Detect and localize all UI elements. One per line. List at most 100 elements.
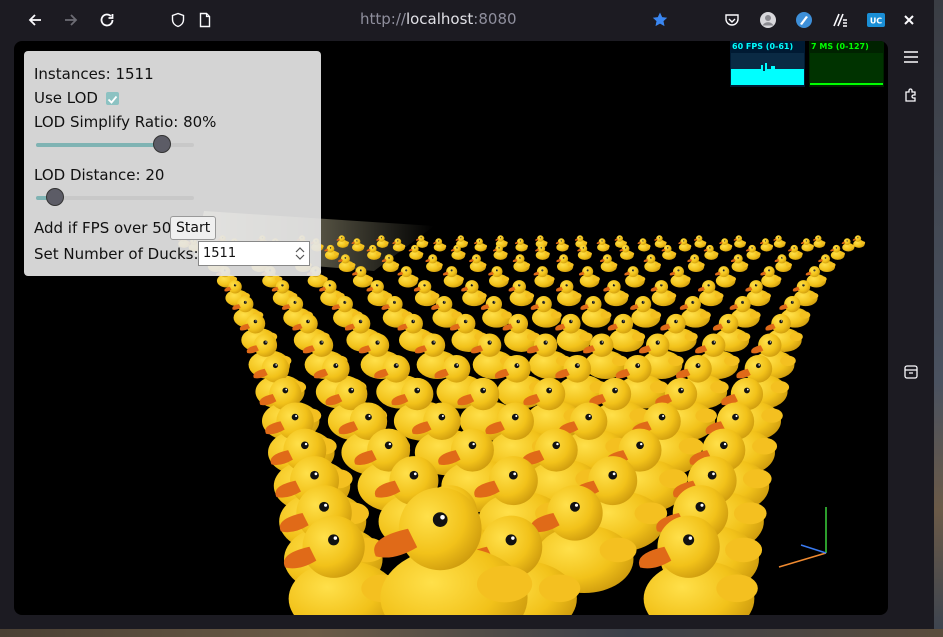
lod-distance-slider[interactable] — [36, 188, 194, 206]
back-button[interactable] — [23, 8, 47, 32]
duck-instance — [413, 280, 440, 307]
ms-graph — [810, 53, 883, 85]
fps-stats-panel[interactable]: 60 FPS (0-61) — [730, 41, 805, 87]
duck-instance — [703, 244, 719, 260]
duck-instance — [678, 238, 692, 252]
archive-icon — [904, 365, 918, 379]
tracking-protection-button[interactable] — [166, 8, 190, 32]
extension-icon — [796, 12, 812, 28]
bookmark-star-icon — [652, 12, 668, 27]
pocket-icon — [725, 14, 739, 26]
duck-instance — [800, 238, 814, 252]
url-port: :8080 — [473, 10, 517, 28]
back-arrow-icon — [28, 14, 41, 26]
duck-instance — [603, 280, 629, 307]
duck-instance — [514, 238, 528, 252]
duck-instance — [488, 266, 510, 288]
add-fps-label: Add if FPS over 50 — [34, 219, 172, 237]
duck-instance — [624, 266, 646, 288]
reader-icon — [833, 13, 847, 27]
duck-instance — [669, 266, 691, 288]
duck-instance — [556, 254, 574, 273]
duck-instance — [637, 238, 651, 252]
extension-button[interactable] — [792, 8, 816, 32]
start-button[interactable]: Start — [170, 216, 217, 240]
extensions-panel-button[interactable] — [899, 83, 923, 107]
duck-instance — [533, 266, 555, 288]
stepper-arrows-icon[interactable] — [294, 245, 306, 262]
archive-button[interactable] — [899, 360, 923, 384]
duck-instance — [474, 238, 488, 252]
duck-instance — [654, 235, 667, 248]
duck-instance — [745, 244, 761, 260]
svg-text:UC: UC — [870, 17, 882, 26]
duck-instance — [535, 244, 550, 260]
reader-extension-button[interactable] — [828, 8, 852, 32]
duck-instance — [461, 280, 487, 307]
duck-instance — [760, 238, 774, 252]
browser-sidebar — [889, 40, 934, 629]
uc-icon: UC — [867, 13, 885, 27]
duck-instance — [530, 296, 562, 328]
duck-instance — [733, 235, 747, 248]
duck-instance — [492, 244, 508, 260]
browser-window: http://localhost:8080 UC Instances: 1511… — [0, 0, 934, 629]
site-info-button[interactable] — [193, 8, 217, 32]
duck-instance — [480, 296, 512, 328]
use-lod-label: Use LOD — [34, 89, 98, 107]
lod-ratio-slider-fill — [36, 143, 163, 147]
extension-panel-icon — [905, 88, 916, 102]
ducks-number-value: 1511 — [203, 246, 237, 261]
account-button[interactable] — [756, 8, 780, 32]
url-host: localhost — [405, 10, 474, 28]
close-window-button[interactable] — [897, 8, 921, 32]
url-bar[interactable]: http://localhost:8080 — [360, 10, 517, 30]
duck-instance — [425, 254, 443, 273]
use-lod-checkbox[interactable] — [106, 92, 119, 105]
ms-stats-panel[interactable]: 7 MS (0-127) — [809, 41, 884, 87]
axes-helper-icon — [778, 507, 827, 568]
duck-instance — [442, 266, 464, 288]
fps-graph — [731, 53, 804, 85]
duck-instance — [555, 280, 582, 307]
lod-ratio-label: LOD Simplify Ratio: 80% — [34, 113, 217, 131]
webgl-viewport[interactable]: Instances: 1511 Use LOD LOD Simplify Rat… — [14, 41, 888, 615]
duck-instance — [773, 235, 786, 248]
desktop-background-bottom — [0, 629, 943, 637]
app-menu-button[interactable] — [899, 45, 923, 69]
pocket-button[interactable] — [720, 8, 744, 32]
reload-button[interactable] — [95, 8, 119, 32]
duck-instance — [555, 238, 569, 252]
ducks-number-input[interactable]: 1511 — [198, 241, 310, 266]
forward-button[interactable] — [59, 8, 83, 32]
browser-toolbar: http://localhost:8080 UC — [0, 0, 934, 40]
duck-instance — [469, 254, 487, 273]
checkmark-icon — [107, 95, 118, 104]
forward-arrow-icon — [65, 14, 78, 26]
close-icon — [904, 15, 914, 25]
instances-count: Instances: 1511 — [34, 65, 154, 83]
duck-instance — [693, 235, 707, 248]
duck-instance — [788, 244, 803, 260]
duck-instance — [600, 254, 618, 273]
set-ducks-label: Set Number of Ducks: — [34, 245, 199, 263]
duck-instance — [596, 238, 610, 252]
lod-control-panel: Instances: 1511 Use LOD LOD Simplify Rat… — [24, 51, 321, 276]
lod-distance-slider-thumb[interactable] — [45, 188, 64, 206]
ms-label: 7 MS (0-127) — [811, 42, 869, 51]
duck-instance — [687, 254, 705, 273]
shield-icon — [171, 12, 185, 28]
duck-field — [177, 235, 866, 615]
duck-instance — [578, 266, 600, 288]
duck-instance — [643, 254, 662, 273]
account-icon — [760, 12, 776, 28]
lod-distance-label: LOD Distance: 20 — [34, 166, 165, 184]
bookmark-button[interactable] — [648, 8, 672, 32]
duck-instance — [433, 238, 447, 252]
uc-extension-button[interactable]: UC — [864, 8, 888, 32]
desktop-background — [933, 0, 943, 637]
menu-icon — [904, 51, 918, 63]
duck-instance — [730, 254, 749, 273]
lod-ratio-slider[interactable] — [36, 135, 194, 153]
lod-ratio-slider-thumb[interactable] — [153, 135, 172, 153]
